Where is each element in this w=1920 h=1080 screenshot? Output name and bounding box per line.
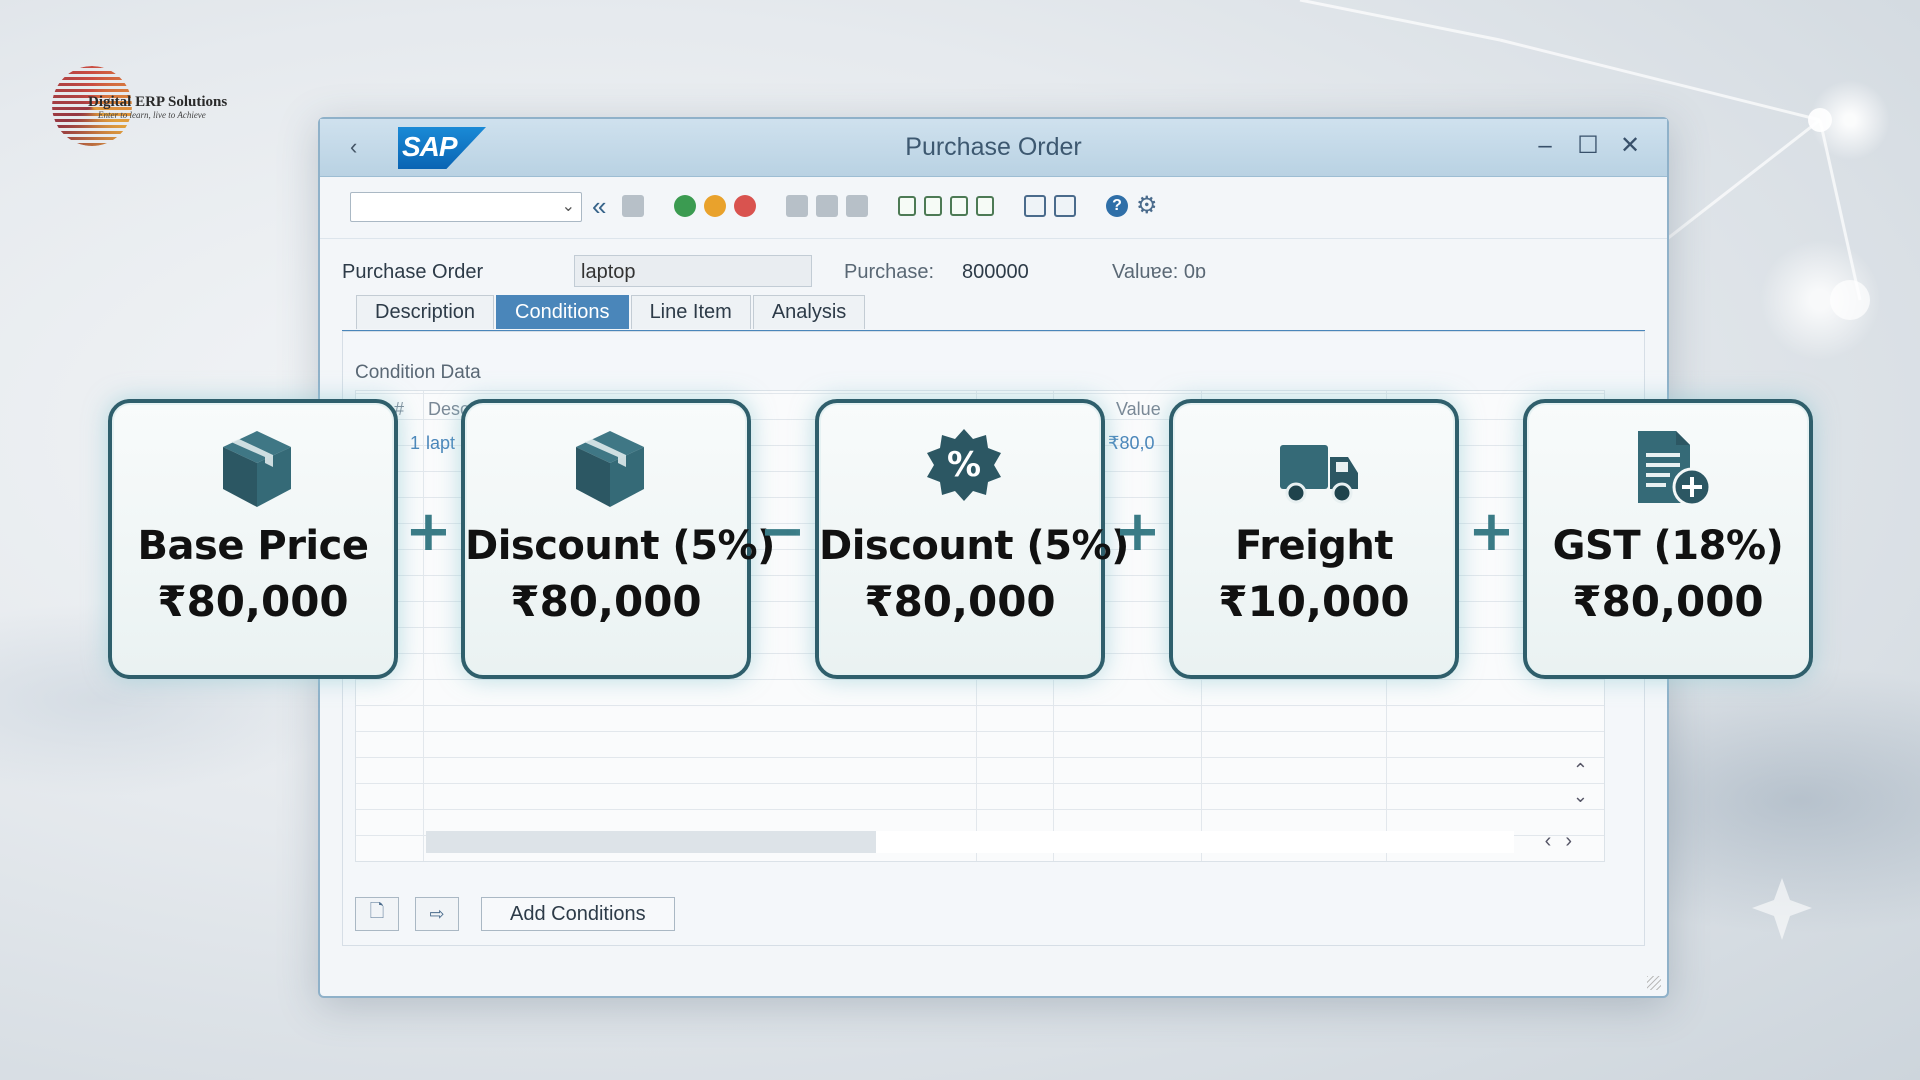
card-amount: ₹10,000	[1218, 577, 1410, 626]
box-icon	[576, 431, 644, 507]
card-gst: GST (18%) ₹80,000	[1523, 399, 1813, 679]
card-label: Freight	[1234, 523, 1394, 569]
card-label: Discount (5%)	[465, 523, 775, 569]
plus-operator: +	[1468, 499, 1515, 564]
card-amount: ₹80,000	[510, 577, 702, 626]
minus-operator: −	[759, 499, 806, 564]
plus-operator: +	[1114, 499, 1161, 564]
card-amount: ₹80,000	[157, 577, 349, 626]
card-amount: ₹80,000	[864, 577, 1056, 626]
card-freight: Freight ₹10,000	[1169, 399, 1459, 679]
card-discount-1: Discount (5%) ₹80,000	[461, 399, 775, 679]
card-amount: ₹80,000	[1572, 577, 1764, 626]
percent-badge-icon: %	[927, 429, 1001, 501]
card-label: Discount (5%)	[819, 523, 1129, 569]
card-label: GST (18%)	[1552, 523, 1784, 569]
card-label: Base Price	[137, 523, 369, 569]
svg-text:%: %	[947, 445, 981, 485]
truck-icon	[1280, 445, 1358, 504]
pricing-overlay: Base Price ₹80,000 + Discount (5%) ₹80,0…	[0, 0, 1920, 1080]
document-add-icon	[1638, 431, 1712, 507]
box-icon	[223, 431, 291, 507]
card-discount-2: % Discount (5%) ₹80,000	[815, 399, 1129, 679]
plus-operator: +	[405, 499, 452, 564]
card-base-price: Base Price ₹80,000	[108, 399, 398, 679]
